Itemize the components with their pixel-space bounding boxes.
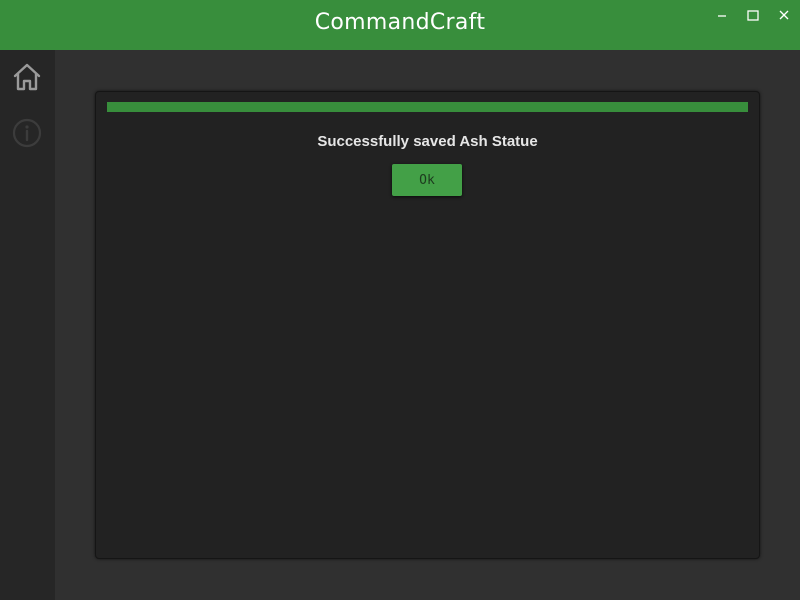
sidebar bbox=[0, 50, 55, 600]
status-message: Successfully saved Ash Statue bbox=[317, 133, 538, 150]
home-icon bbox=[13, 63, 41, 91]
maximize-button[interactable] bbox=[745, 8, 761, 24]
progress-bar-fill bbox=[107, 102, 748, 112]
save-dialog: Successfully saved Ash Statue Ok bbox=[95, 91, 760, 559]
progress-bar bbox=[107, 102, 748, 112]
ok-button[interactable]: Ok bbox=[392, 164, 462, 196]
close-icon bbox=[779, 10, 789, 20]
sidebar-item-home[interactable] bbox=[12, 62, 42, 92]
title-bar: CommandCraft bbox=[0, 0, 800, 50]
maximize-icon bbox=[747, 10, 759, 21]
minimize-button[interactable] bbox=[714, 8, 730, 24]
close-button[interactable] bbox=[776, 8, 792, 24]
sidebar-item-info[interactable] bbox=[12, 118, 42, 148]
app-title: CommandCraft bbox=[314, 10, 486, 35]
minimize-icon bbox=[718, 15, 726, 17]
info-icon bbox=[12, 118, 42, 148]
